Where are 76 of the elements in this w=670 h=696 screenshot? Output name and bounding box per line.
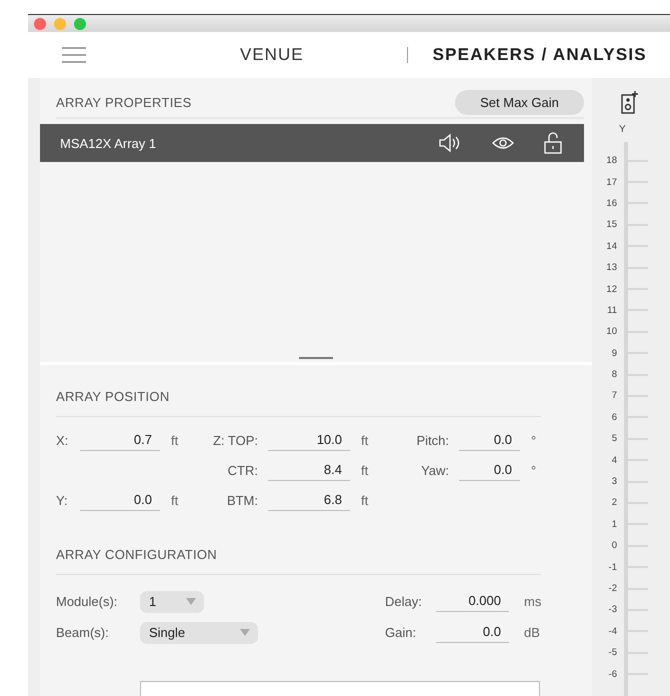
tick-label: 7 [610, 390, 617, 402]
field-label: CTR: [226, 462, 259, 478]
tick-label: -3 [608, 604, 617, 616]
menu-icon[interactable] [61, 45, 87, 65]
field-label: Module(s): [56, 594, 118, 609]
input-field[interactable]: 0.0 [459, 460, 520, 480]
dropdown[interactable]: 1 [140, 590, 204, 612]
unlocked-padlock-icon[interactable] [544, 132, 562, 154]
dropdown[interactable]: Single [140, 622, 258, 644]
tick-label: -6 [608, 668, 617, 680]
close-button[interactable] [34, 18, 46, 30]
tick-label: -4 [608, 626, 617, 637]
tick-label: 10 [605, 326, 617, 338]
unit-label: dB [523, 625, 540, 640]
tick-label: 18 [605, 155, 617, 166]
caret-icon[interactable] [240, 629, 250, 636]
field-label: Gain: [385, 625, 418, 640]
section-heading: ARRAY CONFIGURATION [56, 547, 541, 575]
nav-tab[interactable]: VENUE [240, 45, 304, 65]
nav-tab[interactable]: SPEAKERS / ANALYSIS [432, 45, 647, 65]
speaker-icon[interactable] [438, 132, 462, 154]
tick-label: 14 [605, 240, 617, 252]
input-field[interactable]: 8.4 [268, 460, 350, 480]
section-heading: ARRAY PROPERTIES [56, 94, 192, 110]
tick-label: 9 [610, 348, 617, 359]
field-label: Y: [56, 492, 69, 508]
field-label: Yaw: [420, 462, 450, 478]
add-speaker-icon[interactable] [621, 90, 639, 114]
input-field[interactable]: 0.0 [436, 622, 509, 643]
zoom-button[interactable] [74, 18, 86, 30]
unit-label: ft [360, 462, 370, 478]
field-label: X: [56, 432, 70, 448]
array-list-item[interactable]: MSA12X Array 1 [40, 124, 584, 162]
input-field[interactable]: 0.7 [80, 430, 160, 450]
input-field[interactable]: 0.0 [80, 490, 160, 510]
input-field[interactable]: 0.0 [459, 430, 520, 450]
tick-label: 13 [605, 262, 617, 274]
eye-icon[interactable] [492, 136, 514, 150]
array-name: MSA12X Array 1 [60, 136, 156, 150]
unit-label: ft [170, 492, 180, 508]
tick-label: 15 [605, 219, 617, 230]
tick-label: 2 [610, 497, 617, 508]
unit-label: ° [530, 432, 538, 448]
unit-label: ms [523, 594, 542, 609]
tick-label: 12 [605, 284, 617, 295]
tick-label: 3 [610, 476, 617, 488]
tick-label: 5 [610, 433, 617, 444]
tick-label: 8 [610, 369, 617, 380]
field-label: BTM: [226, 492, 259, 508]
tick-label: 1 [610, 518, 617, 530]
tick-label: 0 [610, 540, 617, 552]
field-label: Z: TOP: [212, 432, 259, 448]
unit-label: ft [360, 492, 370, 508]
tick-label: 17 [605, 176, 617, 188]
section-heading: ARRAY POSITION [56, 389, 541, 417]
axis-label: Y [619, 124, 626, 135]
tick-label: 16 [605, 198, 617, 209]
resize-handle[interactable] [299, 357, 333, 359]
input-field[interactable]: 0.000 [436, 591, 509, 612]
unit-label: ° [530, 462, 538, 478]
tick-label: 4 [610, 454, 617, 466]
tick-label: 11 [606, 304, 617, 316]
field-label: Beam(s): [56, 625, 110, 640]
field-label: Pitch: [415, 432, 450, 448]
set-max-gain-button[interactable]: Set Max Gain [455, 90, 584, 114]
field-label: Delay: [385, 594, 423, 609]
input-field[interactable]: 6.8 [268, 490, 350, 510]
tick-label: -1 [608, 562, 617, 573]
input-field[interactable]: 10.0 [268, 430, 350, 450]
unit-label: ft [360, 432, 370, 448]
tick-label: 6 [610, 412, 617, 423]
minimize-button[interactable] [54, 18, 66, 30]
tick-label: -5 [608, 647, 617, 658]
unit-label: ft [170, 432, 180, 448]
caret-icon[interactable] [186, 598, 196, 605]
tick-label: -2 [608, 583, 617, 594]
